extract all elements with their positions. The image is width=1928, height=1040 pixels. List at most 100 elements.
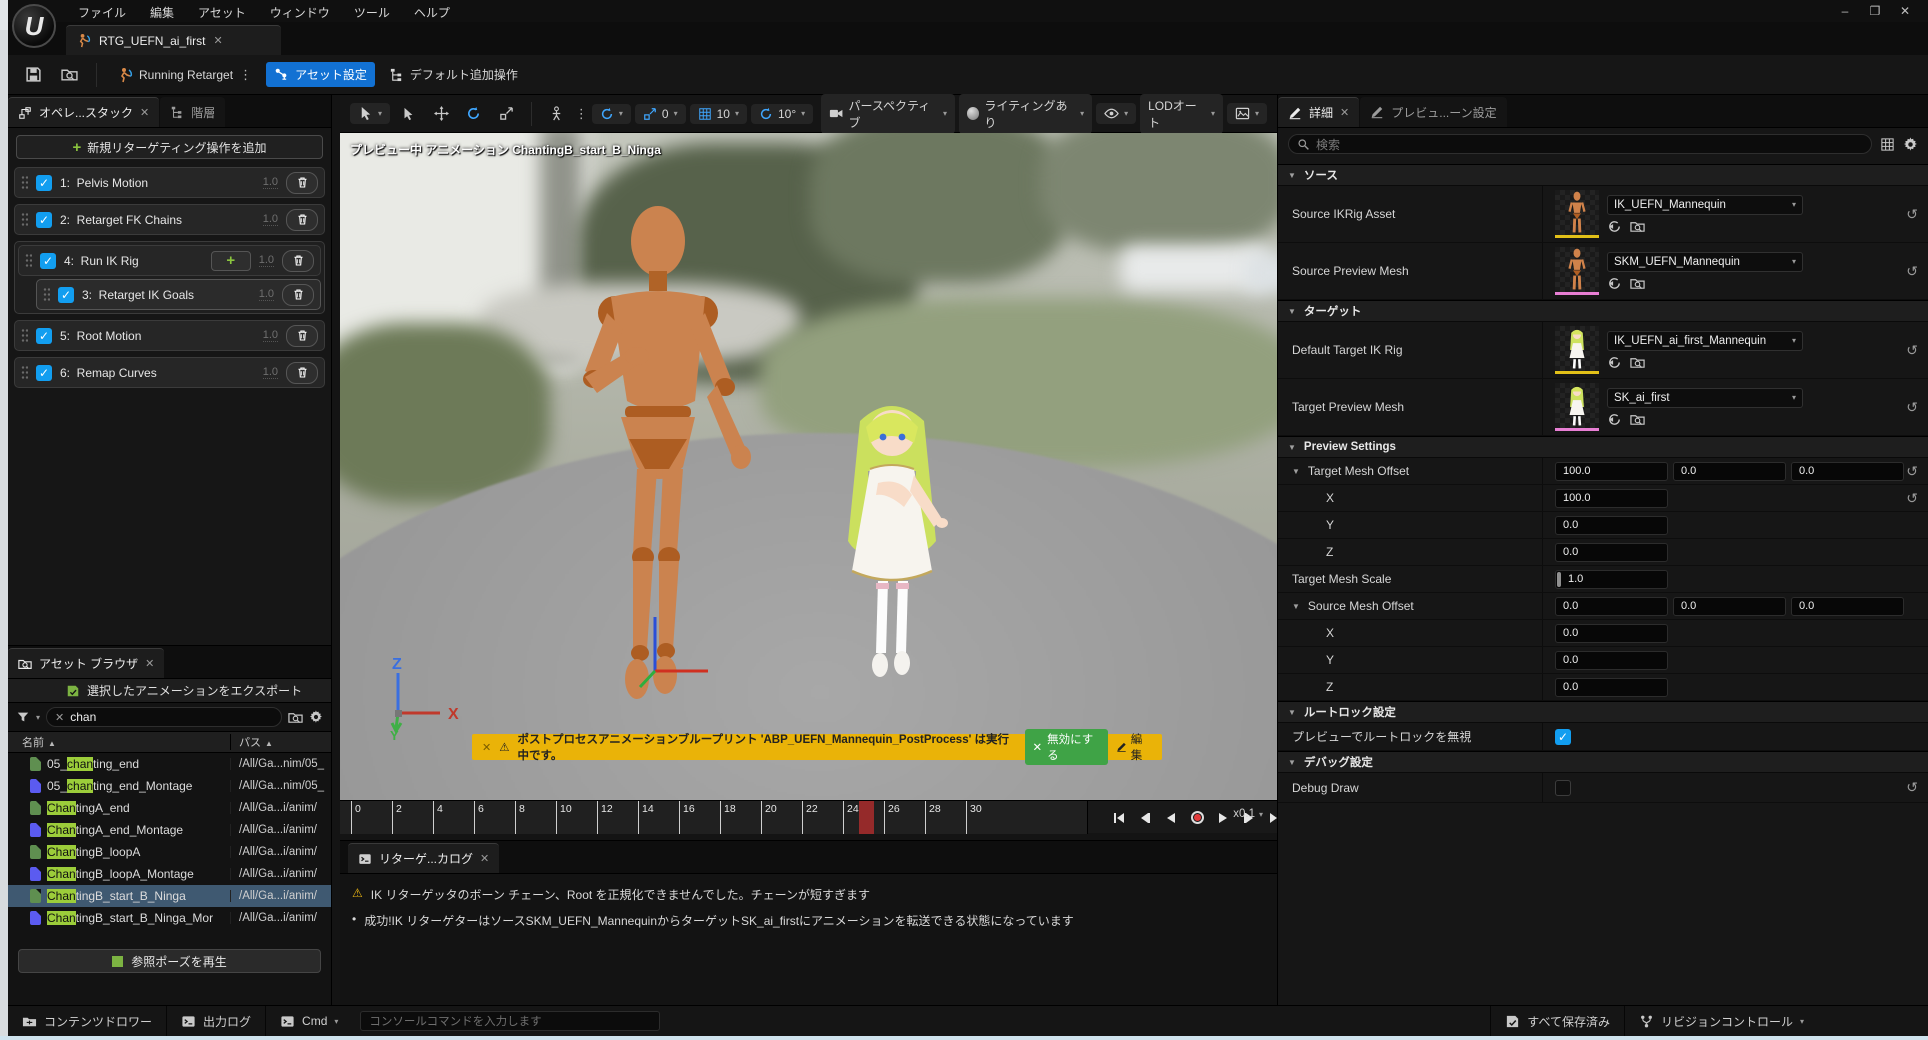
move-tool-button[interactable] [427,100,456,128]
details-search-input[interactable]: 検索 [1288,134,1872,154]
asset-row[interactable]: 05_chanting_end_Montage/All/Ga...nim/05_ [8,775,331,797]
tab-op-stack[interactable]: オペレ...スタック ✕ [8,97,159,127]
perspective-dropdown[interactable]: パースペクティブ▾ [821,94,955,134]
close-button[interactable]: ✕ [1890,0,1920,18]
tab-close-icon[interactable]: ✕ [140,106,149,119]
go-to-start-button[interactable] [1110,809,1128,827]
source-offset-z-field[interactable]: 0.0 [1791,597,1904,616]
delete-op-button[interactable] [286,362,318,384]
source-mesh-select[interactable]: SKM_UEFN_Mannequin▾ [1607,252,1803,272]
skeleton-options-button[interactable] [542,100,571,128]
lod-dropdown[interactable]: LODオート▾ [1140,94,1223,134]
display-options-icon[interactable] [1880,137,1895,152]
target-mesh-thumbnail[interactable] [1555,383,1599,431]
drag-handle-icon[interactable] [21,212,28,228]
op-weight[interactable]: 1.0 [259,288,274,301]
unreal-logo[interactable]: U [12,4,56,48]
source-offset-y-field[interactable]: 0.0 [1673,597,1786,616]
asset-row[interactable]: ChantingB_loopA_Montage/All/Ga...i/anim/ [8,863,331,885]
cmd-dropdown[interactable]: Cmd ▾ [266,1006,352,1036]
drag-handle-icon[interactable] [21,175,28,191]
op-row[interactable]: ✓2: Retarget FK Chains1.0 [14,204,325,235]
settings-gear-icon[interactable] [1903,137,1918,152]
grid-snap-button[interactable]: 10▾ [690,104,747,124]
step-back-button[interactable] [1136,809,1154,827]
browse-to-asset-button[interactable] [54,61,84,89]
source-ikrig-thumbnail[interactable] [1555,190,1599,238]
play-reverse-button[interactable] [1162,809,1180,827]
x-field[interactable]: 0.0 [1555,624,1668,643]
op-row[interactable]: ✓3: Retarget IK Goals1.0 [36,279,321,310]
ignore-root-lock-checkbox[interactable]: ✓ [1555,729,1571,745]
drag-handle-icon[interactable] [21,365,28,381]
export-animations-button[interactable]: 選択したアニメーションをエクスポート [8,679,331,703]
content-drawer-button[interactable]: コンテンツドロワー [8,1006,167,1036]
target-offset-z-field[interactable]: 0.0 [1791,462,1904,481]
restore-button[interactable]: ❐ [1860,0,1890,18]
rotate-tool-button[interactable] [460,100,489,128]
delete-op-button[interactable] [286,209,318,231]
section-preview-settings[interactable]: ▼Preview Settings [1278,436,1928,458]
asset-row[interactable]: 05_chanting_end/All/Ga...nim/05_ [8,753,331,775]
target-offset-x-field[interactable]: 100.0 [1555,462,1668,481]
filter-icon[interactable] [16,710,30,724]
disable-postprocess-button[interactable]: ✕ 無効にする [1025,729,1108,765]
rotation-snap-button[interactable]: 10°▾ [751,104,813,124]
edit-blueprint-button[interactable]: 編集 [1116,731,1152,763]
tab-close-icon[interactable]: ✕ [213,34,222,47]
reset-to-default-icon[interactable]: ↺ [1906,206,1918,223]
target-offset-y-field[interactable]: 0.0 [1673,462,1786,481]
browse-to-icon[interactable] [1630,219,1645,234]
op-enabled-checkbox[interactable]: ✓ [36,212,52,228]
viewport-options-button[interactable]: ▾ [350,103,390,124]
op-enabled-checkbox[interactable]: ✓ [36,175,52,191]
browse-to-icon[interactable] [1630,276,1645,291]
output-log-button[interactable]: 出力ログ [167,1006,266,1036]
asset-row[interactable]: ChantingB_start_B_Ninga/All/Ga...i/anim/ [8,885,331,907]
y-field[interactable]: 0.0 [1555,651,1668,670]
tab-details[interactable]: 詳細 ✕ [1278,97,1359,127]
more-options-icon[interactable]: ⋮ [239,67,252,83]
add-ik-goal-button[interactable]: + [211,251,251,271]
op-weight[interactable]: 1.0 [263,176,278,189]
asset-row[interactable]: ChantingB_loopA/All/Ga...i/anim/ [8,841,331,863]
asset-row[interactable]: ChantingB_start_B_Ninga_Mor/All/Ga...i/a… [8,907,331,929]
default-additive-ops-button[interactable]: デフォルト追加操作 [381,62,526,87]
op-weight[interactable]: 1.0 [259,254,274,267]
op-weight[interactable]: 1.0 [263,213,278,226]
lit-mode-dropdown[interactable]: ライティングあり▾ [959,94,1092,134]
column-path[interactable]: パス▲ [230,734,331,750]
reset-to-default-icon[interactable]: ↺ [1906,779,1918,796]
save-all-button[interactable]: すべて保存済み [1490,1006,1624,1036]
x-field[interactable]: 100.0 [1555,489,1668,508]
asset-row[interactable]: ChantingA_end/All/Ga...i/anim/ [8,797,331,819]
op-enabled-checkbox[interactable]: ✓ [40,253,56,269]
play-reference-pose-button[interactable]: 参照ポーズを再生 [18,949,321,973]
use-selected-icon[interactable] [1607,412,1622,427]
use-selected-icon[interactable] [1607,219,1622,234]
browse-to-icon[interactable] [1630,412,1645,427]
target-girl-character[interactable] [820,391,965,686]
screenshot-dropdown[interactable]: ▾ [1227,103,1267,124]
add-retarget-op-button[interactable]: + 新規リターゲティング操作を追加 [16,135,323,159]
z-field[interactable]: 0.0 [1555,543,1668,562]
browse-to-icon[interactable] [1630,355,1645,370]
reset-to-default-icon[interactable]: ↺ [1906,263,1918,280]
tab-close-icon[interactable]: ✕ [145,657,154,670]
console-command-input[interactable]: コンソールコマンドを入力します [360,1011,660,1031]
minimize-button[interactable]: – [1830,0,1860,18]
op-enabled-checkbox[interactable]: ✓ [58,287,74,303]
select-tool-button[interactable] [394,100,423,128]
play-button[interactable] [1214,809,1232,827]
delete-op-button[interactable] [282,250,314,272]
save-search-icon[interactable] [288,710,303,725]
timeline[interactable]: 024681012141618202224262830 x0.1 ▾ [340,800,1277,833]
target-ikrig-select[interactable]: IK_UEFN_ai_first_Mannequin▾ [1607,331,1803,351]
scale-tool-button[interactable] [492,100,521,128]
filter-caret-icon[interactable]: ▾ [36,713,40,722]
use-selected-icon[interactable] [1607,276,1622,291]
timeline-ruler[interactable]: 024681012141618202224262830 [340,801,1088,834]
transform-gizmo[interactable] [618,613,718,693]
op-row[interactable]: ✓1: Pelvis Motion1.0 [14,167,325,198]
section-debug[interactable]: ▼デバッグ設定 [1278,751,1928,773]
